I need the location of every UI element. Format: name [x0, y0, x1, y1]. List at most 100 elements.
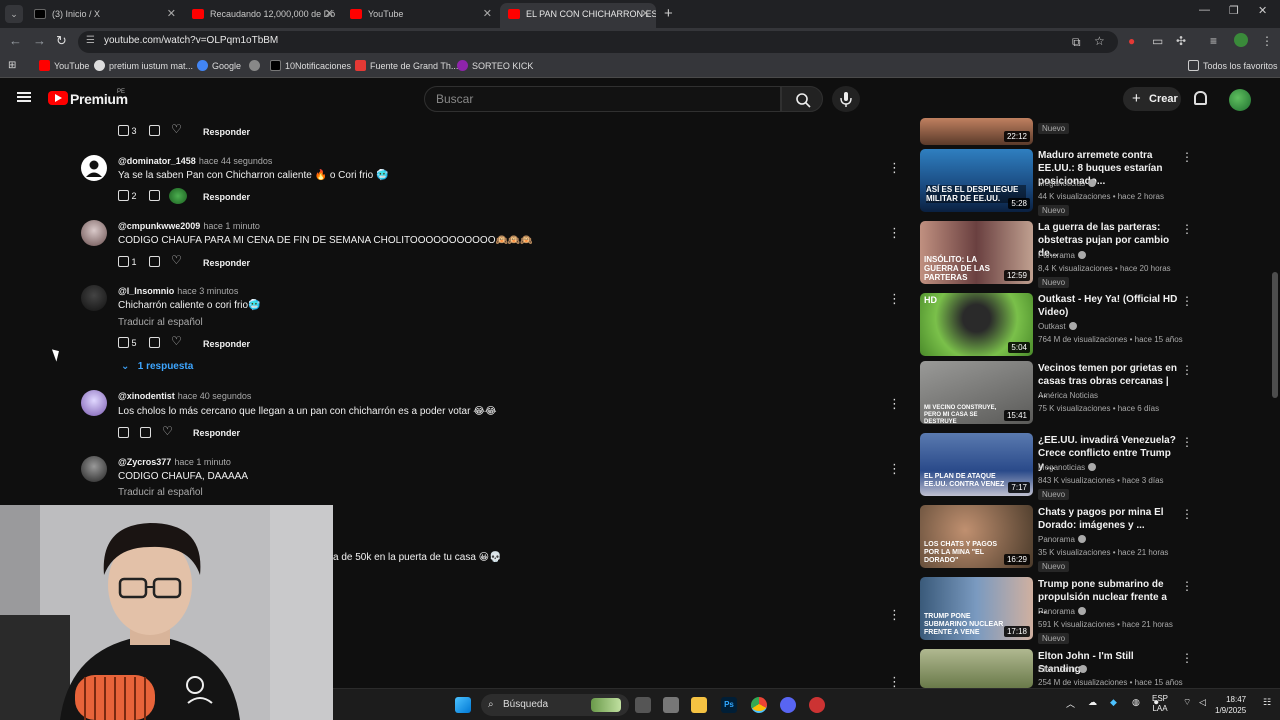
network-tray-icon[interactable]: ☁ [1088, 697, 1097, 708]
search-box[interactable] [424, 86, 781, 112]
back-button[interactable]: ← [9, 33, 22, 48]
notification-center-icon[interactable]: ☷ [1263, 697, 1271, 708]
close-icon[interactable]: ✕ [325, 3, 334, 25]
video-thumbnail[interactable]: ASÍ ES EL DESPLIEGUE MILITAR DE EE.UU. 5… [920, 149, 1033, 212]
new-tab-button[interactable]: + [664, 5, 673, 22]
reply-button[interactable]: Responder [203, 192, 250, 202]
dislike-button[interactable] [149, 337, 160, 348]
search-button[interactable] [781, 86, 823, 112]
like-button[interactable] [118, 427, 129, 438]
video-thumbnail[interactable]: EL PLAN DE ATAQUE EE.UU. CONTRA VENEZ 7:… [920, 433, 1033, 496]
like-button[interactable]: 5 [118, 337, 137, 348]
dislike-button[interactable] [149, 190, 160, 201]
voice-search-button[interactable] [832, 86, 860, 112]
more-actions-icon[interactable]: ⋮ [888, 226, 901, 239]
dislike-button[interactable] [149, 125, 160, 136]
avatar[interactable] [81, 390, 107, 416]
chrome-icon[interactable] [751, 697, 767, 713]
bookmark-globe[interactable] [249, 60, 264, 71]
video-thumbnail[interactable]: 22:12 [920, 118, 1033, 145]
more-actions-icon[interactable]: ⋮ [888, 292, 901, 305]
obs-icon[interactable] [809, 697, 825, 713]
channel-name[interactable]: América Noticias [1038, 391, 1098, 400]
apps-grid-icon[interactable]: ⊞ [8, 60, 16, 71]
discord-icon[interactable] [780, 697, 796, 713]
video-thumbnail[interactable]: HD 5:04 [920, 293, 1033, 356]
app-tray-icon-2[interactable]: ◍ [1132, 697, 1140, 708]
more-actions-icon[interactable]: ⋮ [1181, 150, 1193, 164]
show-hidden-icons[interactable]: ︿ [1066, 697, 1075, 710]
more-actions-icon[interactable]: ⋮ [888, 161, 901, 174]
tab-recaudando[interactable]: Recaudando 12,000,000 de Dó ✕ [184, 3, 340, 28]
heart-icon[interactable]: ♡ [162, 424, 173, 438]
tab-x-home[interactable]: (3) Inicio / X ✕ [26, 3, 182, 28]
more-actions-icon[interactable]: ⋮ [1181, 435, 1193, 449]
menu-icon[interactable] [17, 92, 31, 102]
minimize-icon[interactable]: — [1199, 4, 1210, 16]
like-button[interactable]: 1 [118, 256, 137, 267]
address-bar[interactable]: ☰ youtube.com/watch?v=OLPqm1oTbBM ⧉ ☆ [78, 31, 1118, 53]
bookmark-grand-theft[interactable]: Fuente de Grand Th... [355, 60, 458, 71]
taskbar-clock[interactable]: 18:47 1/9/2025 [1215, 694, 1246, 716]
reload-button[interactable]: ↻ [56, 33, 67, 49]
heart-icon[interactable]: ♡ [171, 253, 182, 267]
wifi-icon[interactable]: ⌔ [1183, 697, 1191, 708]
avatar[interactable] [81, 155, 107, 181]
tab-youtube[interactable]: YouTube ✕ [342, 3, 498, 28]
account-avatar[interactable] [1229, 89, 1251, 111]
channel-name[interactable]: Panorama [1038, 607, 1086, 616]
comment-author[interactable]: @dominator_1458 hace 44 segundos [118, 156, 272, 166]
reading-list-icon[interactable]: ≡ [1210, 34, 1217, 48]
comment-author[interactable]: @xinodentist hace 40 segundos [118, 391, 251, 401]
page-scrollbar-thumb[interactable] [1272, 272, 1278, 398]
tab-search-button[interactable]: ⌄ [5, 5, 23, 23]
youtube-logo-icon[interactable] [48, 91, 68, 105]
file-app-icon[interactable] [663, 697, 679, 713]
video-title[interactable]: Chats y pagos por mina El Dorado: imágen… [1038, 506, 1178, 532]
video-thumbnail[interactable]: INSÓLITO: LA GUERRA DE LAS PARTERAS 12:5… [920, 221, 1033, 284]
video-title[interactable]: Outkast - Hey Ya! (Official HD Video) [1038, 293, 1178, 319]
extension-record-icon[interactable]: ● [1128, 34, 1135, 48]
dislike-button[interactable] [149, 256, 160, 267]
channel-name[interactable]: Meganoticias [1038, 179, 1097, 188]
channel-name[interactable]: Meganoticias [1038, 463, 1097, 472]
language-indicator[interactable]: ESP LAA [1152, 694, 1168, 714]
reply-button[interactable]: Responder [203, 339, 250, 349]
app-tray-icon[interactable]: ◆ [1110, 697, 1117, 708]
channel-name[interactable]: Elton John [1038, 665, 1087, 674]
more-actions-icon[interactable]: ⋮ [888, 608, 901, 621]
video-thumbnail[interactable]: MI VECINO CONSTRUYE, PERO MI CASA SE DES… [920, 361, 1033, 424]
bookmark-star-icon[interactable]: ☆ [1094, 34, 1105, 48]
bookmark-sorteo-kick[interactable]: SORTEO KICK [457, 60, 533, 71]
close-window-icon[interactable]: ✕ [1258, 4, 1267, 17]
page-scrollbar-track[interactable] [1272, 118, 1278, 688]
video-thumbnail[interactable]: TRUMP PONE SUBMARINO NUCLEAR FRENTE A VE… [920, 577, 1033, 640]
avatar[interactable] [81, 220, 107, 246]
avatar[interactable] [81, 285, 107, 311]
close-icon[interactable]: ✕ [483, 3, 492, 25]
translate-link[interactable]: Traducir al español [118, 317, 203, 328]
bookmark-youtube[interactable]: YouTube [39, 60, 89, 71]
search-input[interactable] [436, 87, 766, 111]
taskbar-search[interactable]: ⌕ Búsqueda [481, 694, 629, 716]
comment-author[interactable]: @l_Insomnio hace 3 minutos [118, 286, 238, 296]
more-actions-icon[interactable]: ⋮ [1181, 222, 1193, 236]
bookmark-pretium[interactable]: pretium iustum mat... [94, 60, 193, 71]
video-thumbnail[interactable] [920, 649, 1033, 688]
channel-name[interactable]: Panorama [1038, 535, 1086, 544]
chrome-menu-icon[interactable]: ⋮ [1261, 34, 1273, 48]
notifications-bell-icon[interactable] [1194, 91, 1207, 105]
comment-author[interactable]: @cmpunkwwe2009 hace 1 minuto [118, 221, 260, 231]
more-actions-icon[interactable]: ⋮ [1181, 363, 1193, 377]
dislike-button[interactable] [140, 427, 151, 438]
more-actions-icon[interactable]: ⋮ [1181, 579, 1193, 593]
heart-icon[interactable]: ♡ [171, 122, 182, 136]
restore-icon[interactable]: ❐ [1229, 4, 1239, 17]
extension-icon[interactable]: ▭ [1152, 34, 1163, 48]
tab-pan-con-chicharron[interactable]: EL PAN CON CHICHARRON ES ✕ [500, 3, 656, 28]
reply-button[interactable]: Responder [203, 258, 250, 268]
create-button[interactable]: + Crear [1123, 87, 1181, 111]
reply-button[interactable]: Responder [203, 127, 250, 137]
comment-author[interactable]: @Zycros377 hace 1 minuto [118, 457, 231, 467]
more-actions-icon[interactable]: ⋮ [888, 462, 901, 475]
